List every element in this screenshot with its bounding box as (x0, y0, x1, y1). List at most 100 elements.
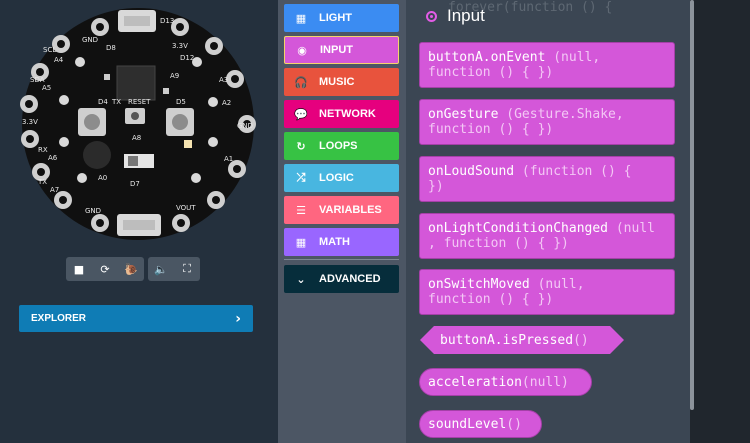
svg-text:TX: TX (111, 98, 121, 106)
restart-icon[interactable]: ⟳ (92, 257, 118, 281)
code-workspace[interactable] (690, 0, 750, 443)
svg-text:RESET: RESET (128, 98, 151, 106)
svg-text:3.3V: 3.3V (172, 42, 188, 50)
category-input[interactable]: ◉ INPUT (284, 36, 399, 64)
category-logic[interactable]: ⤮ LOGIC (284, 164, 399, 192)
svg-text:D4: D4 (98, 98, 108, 106)
calculator-icon: ▦ (295, 235, 307, 249)
toolbox-divider (284, 259, 399, 260)
category-network[interactable]: 💬 NETWORK (284, 100, 399, 128)
category-math[interactable]: ▦ MATH (284, 228, 399, 256)
simulator-toolbar: ■ ⟳ 🐌 🔈 ⛶ (66, 257, 204, 281)
block-name: onLightConditionChanged (428, 221, 609, 236)
svg-text:D12: D12 (180, 54, 194, 62)
category-loops[interactable]: ↻ LOOPS (284, 132, 399, 160)
svg-text:D5: D5 (176, 98, 186, 106)
explorer-label: EXPLORER (31, 313, 87, 324)
simulator-view-controls: 🔈 ⛶ (148, 257, 200, 281)
category-label: MUSIC (319, 76, 355, 88)
block-args: () (573, 332, 589, 348)
block-args: (function () { (514, 164, 632, 179)
svg-text:RX: RX (38, 146, 48, 154)
block-name: buttonA.onEvent (428, 50, 546, 65)
shuffle-icon: ⤮ (296, 171, 306, 184)
block-button-on-event[interactable]: buttonA.onEvent (null, function () { }) (419, 42, 675, 88)
block-args-line2: , function () { }) (428, 236, 569, 251)
block-name: onGesture (428, 107, 499, 122)
category-label: LOGIC (319, 172, 354, 184)
target-icon (426, 10, 437, 22)
block-name: buttonA.isPressed (440, 332, 574, 348)
target-icon: ◉ (297, 43, 307, 57)
category-label: VARIABLES (319, 204, 382, 216)
chevron-down-icon: ⌄ (296, 272, 306, 286)
block-name: onLoudSound (428, 164, 515, 179)
block-args: (Gesture.Shake, (498, 107, 624, 122)
chevron-right-icon: › (235, 310, 241, 327)
svg-text:VOUT: VOUT (176, 204, 196, 212)
block-args: (null (608, 221, 655, 236)
block-args-line2: }) (428, 179, 444, 194)
block-args-line2: function () { }) (428, 292, 554, 307)
flyout-title: Input (426, 6, 485, 26)
svg-text:A0: A0 (98, 174, 107, 182)
list-icon: ☰ (296, 203, 306, 217)
svg-text:TX: TX (37, 178, 47, 186)
flyout-scrollbar[interactable] (690, 0, 694, 410)
block-on-gesture[interactable]: onGesture (Gesture.Shake, function () { … (419, 99, 675, 145)
fullscreen-icon[interactable]: ⛶ (174, 257, 200, 281)
block-args-line2: function () { }) (428, 122, 554, 137)
sound-icon[interactable]: 🔈 (148, 257, 174, 281)
stop-icon[interactable]: ■ (66, 257, 92, 281)
block-acceleration[interactable]: acceleration (null) (419, 368, 592, 396)
category-variables[interactable]: ☰ VARIABLES (284, 196, 399, 224)
svg-text:GND: GND (237, 122, 253, 130)
svg-text:D13: D13 (160, 17, 174, 25)
category-music[interactable]: 🎧 MUSIC (284, 68, 399, 96)
refresh-icon: ↻ (296, 139, 306, 153)
circuit-playground-board[interactable]: D13GNDD8 3.3VD12SCL A4SDAA5 3.3VRXA6 TXA… (0, 0, 278, 250)
svg-text:A8: A8 (132, 134, 141, 142)
toolbox: ▦ LIGHT ◉ INPUT 🎧 MUSIC 💬 NETWORK ↻ LOOP… (278, 0, 406, 443)
svg-text:A3: A3 (219, 76, 228, 84)
flyout-title-text: Input (447, 6, 485, 25)
block-name: acceleration (428, 374, 522, 390)
block-args: () (506, 416, 522, 432)
svg-text:SDA: SDA (30, 76, 45, 84)
block-button-is-pressed[interactable]: buttonA.isPressed () (420, 326, 624, 354)
block-args-line2: function () { }) (428, 65, 554, 80)
category-label: INPUT (320, 44, 353, 56)
block-sound-level[interactable]: soundLevel () (419, 410, 542, 438)
svg-text:A4: A4 (54, 56, 64, 64)
block-on-switch-moved[interactable]: onSwitchMoved (null, function () { }) (419, 269, 675, 315)
block-on-loud-sound[interactable]: onLoudSound (function () { }) (419, 156, 675, 202)
slow-mode-icon[interactable]: 🐌 (118, 257, 144, 281)
block-args: (null, (545, 50, 601, 65)
block-name: soundLevel (428, 416, 507, 432)
svg-text:A2: A2 (222, 99, 231, 107)
block-args: (null) (521, 374, 569, 390)
category-label: LOOPS (319, 140, 358, 152)
category-label: ADVANCED (319, 273, 381, 285)
category-light[interactable]: ▦ LIGHT (284, 4, 399, 32)
simulator-controls: ■ ⟳ 🐌 (66, 257, 144, 281)
category-label: NETWORK (319, 108, 376, 120)
category-label: LIGHT (319, 12, 352, 24)
svg-text:D8: D8 (106, 44, 116, 52)
svg-text:GND: GND (82, 36, 98, 44)
explorer-button[interactable]: EXPLORER › (19, 305, 253, 332)
block-on-light-condition-changed[interactable]: onLightConditionChanged (null , function… (419, 213, 675, 259)
category-label: MATH (319, 236, 350, 248)
block-args: (null, (529, 277, 585, 292)
chat-icon: 💬 (294, 107, 308, 121)
svg-text:SCL: SCL (43, 46, 56, 54)
block-name: onSwitchMoved (428, 277, 530, 292)
svg-text:A1: A1 (224, 155, 233, 163)
category-advanced[interactable]: ⌄ ADVANCED (284, 265, 399, 293)
svg-text:A9: A9 (170, 72, 179, 80)
svg-text:D7: D7 (130, 180, 140, 188)
svg-text:GND: GND (85, 207, 101, 215)
svg-text:A7: A7 (50, 186, 59, 194)
grid-icon: ▦ (295, 11, 307, 25)
simulator-panel: D13 GND D8 3.3V D12 SCL A4 SDA A5 3.3V RX A6 TX A… (0, 0, 278, 443)
